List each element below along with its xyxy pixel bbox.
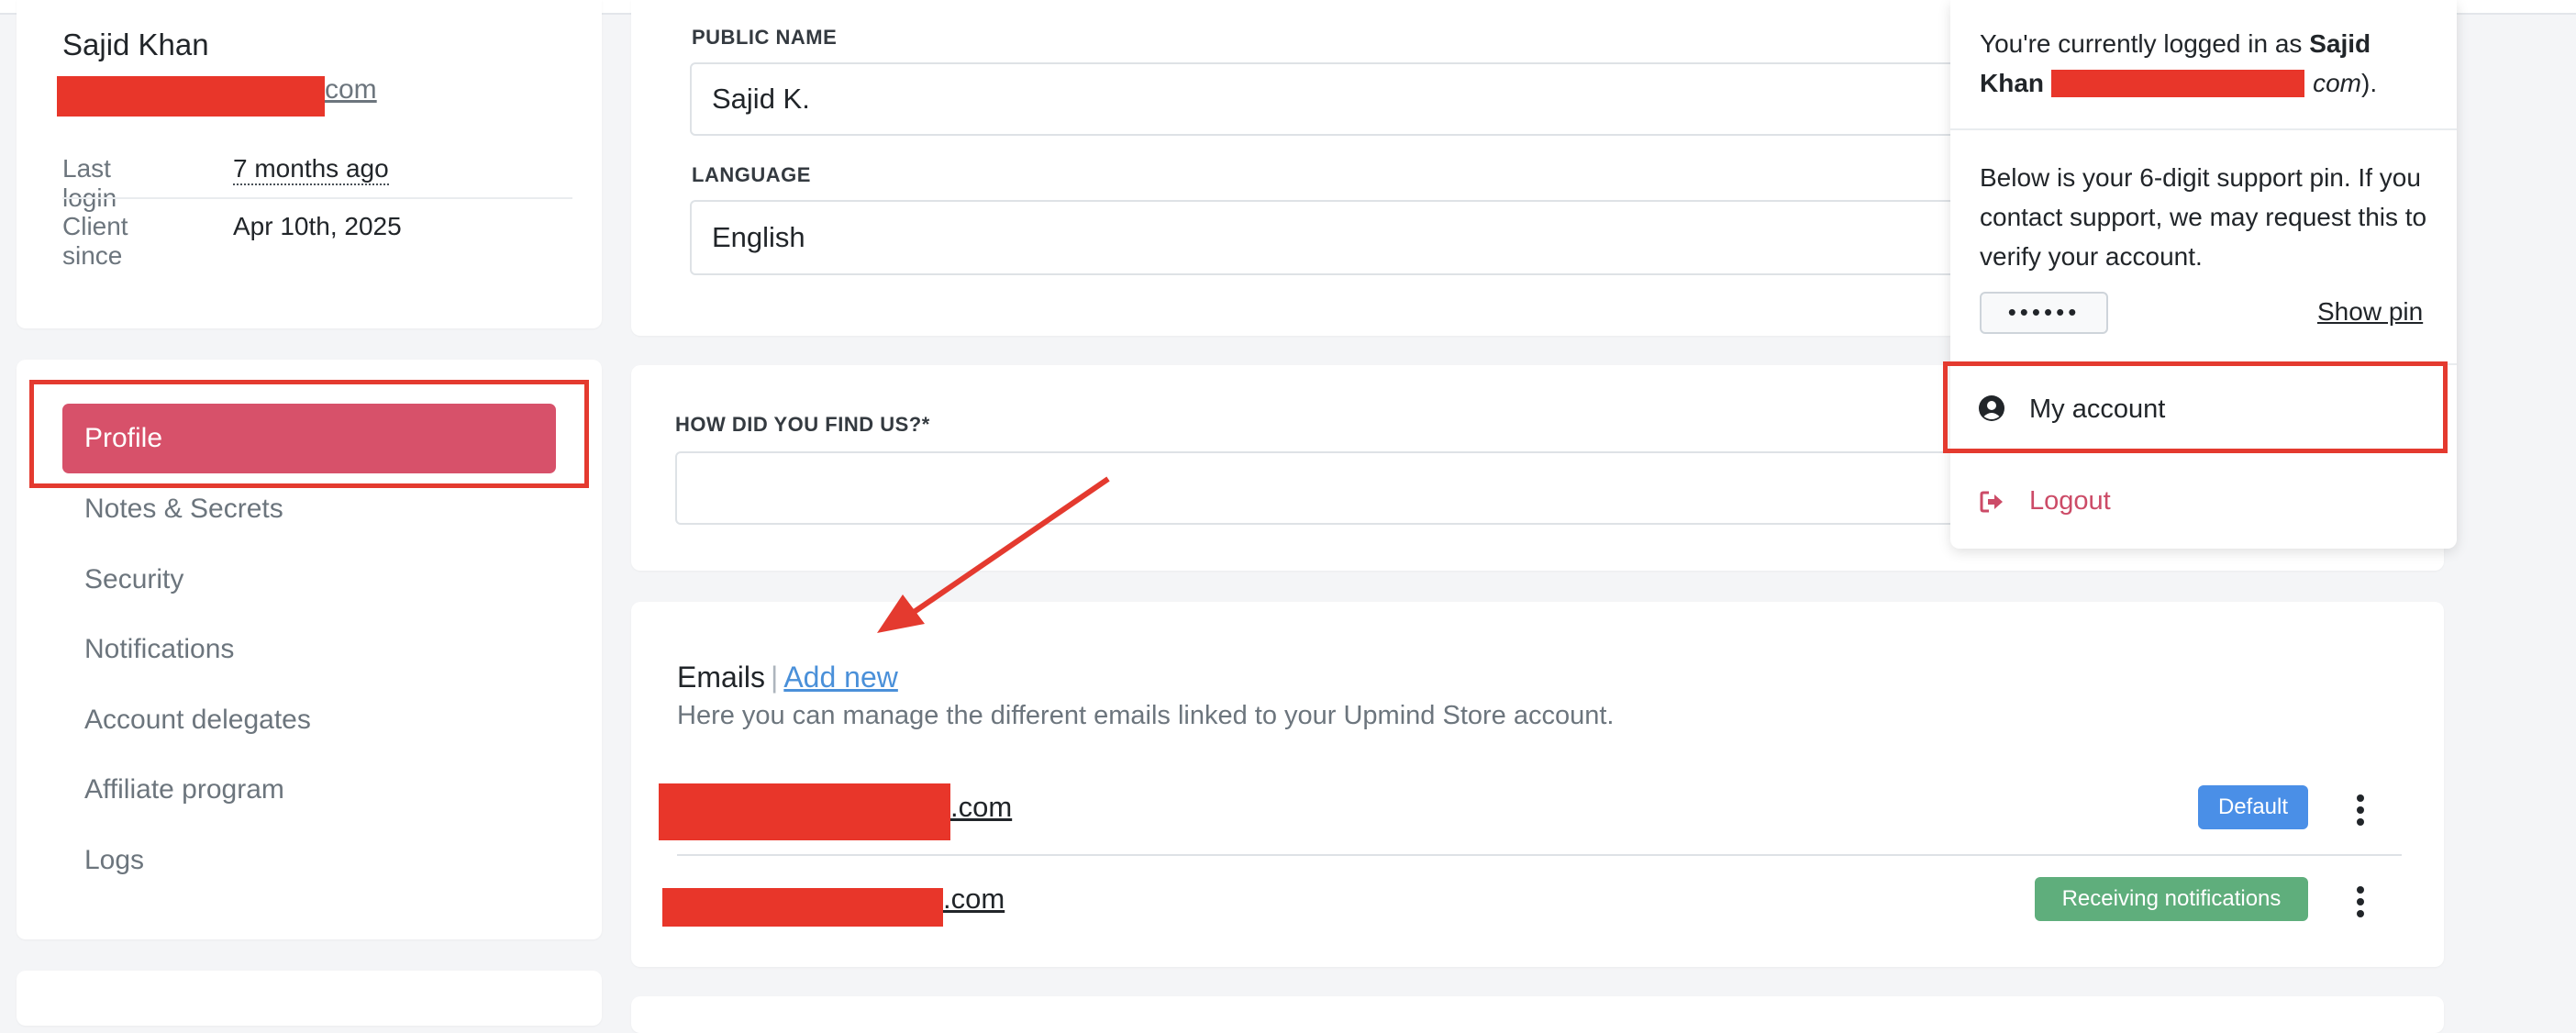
sidebar-item-security[interactable]: Security [84,564,183,595]
logged-in-suffix: ). [2361,69,2378,97]
redacted-email-2 [662,888,943,927]
highlight-profile [29,380,589,488]
emails-card: Emails | Add new Here you can manage the d… [631,602,2444,967]
email-row-2-menu-icon[interactable] [2356,886,2365,917]
client-since-value: Apr 10th, 2025 [233,212,402,240]
logged-in-name-last: Khan [1980,69,2044,97]
sidebar-next-card [17,971,602,1026]
email-row-2-address[interactable]: .com [943,883,1005,916]
support-pin-field: •••••• [1980,292,2108,334]
logged-in-prefix: You're currently logged in as [1980,29,2303,58]
email-row-1-menu-icon[interactable] [2356,794,2365,826]
logout-label: Logout [2029,486,2111,516]
support-pin-text: Below is your 6-digit support pin. If yo… [1980,163,2427,271]
emails-heading: Emails | Add new [677,661,898,694]
client-since-label: Client since [62,212,128,270]
sidebar-item-notes-secrets[interactable]: Notes & Secrets [84,494,283,525]
sidebar-item-notifications[interactable]: Notifications [84,634,234,665]
emails-description: Here you can manage the different emails… [677,701,1615,730]
email-row-divider [677,854,2402,856]
add-new-email-link[interactable]: Add new [783,661,898,694]
language-label: LANGUAGE [692,163,811,186]
find-us-label: HOW DID YOU FIND US?* [675,413,930,436]
public-name-label: PUBLIC NAME [692,26,838,49]
default-badge: Default [2198,785,2308,829]
divider [62,197,572,199]
profile-email-tail[interactable]: com [325,74,377,106]
logged-in-name-first: Sajid [2309,29,2371,58]
profile-name: Sajid Khan [62,28,209,61]
logged-in-email-tail: com [2313,69,2362,97]
language-value: English [712,221,805,253]
show-pin-link[interactable]: Show pin [2317,297,2423,327]
redacted-login-email [2051,70,2304,97]
sign-out-icon [1980,491,2003,513]
redacted-email-1 [659,783,950,840]
emails-title: Emails [677,661,766,694]
account-dropdown: You're currently logged in as Sajid Khan… [1950,0,2457,549]
last-login-label: Last login [62,154,117,212]
last-login-value[interactable]: 7 months ago [233,154,389,185]
logout-menu-item[interactable]: Logout [1950,459,2457,541]
emails-separator: | [771,661,779,694]
dropdown-divider [1950,128,2457,130]
receiving-notifications-badge: Receiving notifications [2035,877,2308,921]
email-row-1-address[interactable]: .com [950,791,1012,824]
sidebar-item-affiliate-program[interactable]: Affiliate program [84,774,284,805]
main-next-card [631,996,2444,1033]
public-name-value: Sajid K. [712,83,810,115]
sidebar-item-account-delegates[interactable]: Account delegates [84,705,311,736]
logged-in-line-1: You're currently logged in as Sajid [1980,24,2371,63]
redacted-email [57,76,325,117]
sidebar-item-logs[interactable]: Logs [84,845,144,876]
profile-summary-card: Sajid Khan com Last login 7 months ago C… [17,0,602,328]
highlight-my-account [1943,361,2448,453]
